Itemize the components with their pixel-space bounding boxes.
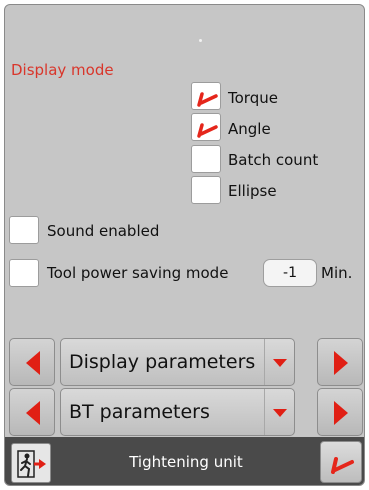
status-dot (199, 39, 202, 42)
bt-params-dropdown[interactable] (264, 389, 294, 435)
display-params-next-button[interactable] (317, 338, 363, 386)
bt-params-next-button[interactable] (317, 388, 363, 436)
torque-checkbox[interactable] (191, 82, 221, 110)
footer-bar: Tightening unit (5, 437, 364, 485)
angle-label: Angle (228, 120, 271, 138)
left-arrow-icon (26, 351, 40, 375)
screen: Display mode Torque Angle Batch count El… (4, 4, 365, 486)
display-params-dropdown[interactable] (264, 339, 294, 385)
display-mode-title: Display mode (11, 61, 114, 79)
power-saving-minutes-field[interactable]: -1 (263, 259, 317, 287)
sound-enabled-label: Sound enabled (47, 222, 160, 240)
ellipse-checkbox[interactable] (191, 176, 221, 204)
left-arrow-icon (26, 401, 40, 425)
power-saving-checkbox[interactable] (9, 259, 39, 287)
batch-count-label: Batch count (228, 151, 319, 169)
minutes-unit-label: Min. (321, 264, 353, 282)
angle-checkbox[interactable] (191, 113, 221, 141)
display-params-prev-button[interactable] (9, 338, 55, 386)
bt-params-prev-button[interactable] (9, 388, 55, 436)
ellipse-label: Ellipse (228, 182, 277, 200)
display-parameters-row: Display parameters (5, 338, 364, 386)
power-saving-label: Tool power saving mode (47, 264, 229, 282)
exit-button[interactable] (11, 443, 51, 483)
confirm-button[interactable] (320, 441, 362, 483)
chevron-down-icon (273, 409, 287, 417)
footer-title: Tightening unit (129, 453, 243, 471)
bt-parameters-label: BT parameters (69, 401, 210, 423)
torque-label: Torque (228, 89, 278, 107)
display-parameters-select[interactable]: Display parameters (60, 338, 295, 386)
right-arrow-icon (334, 401, 348, 425)
bt-parameters-select[interactable]: BT parameters (60, 388, 295, 436)
checkmark-icon (331, 457, 354, 474)
sound-enabled-checkbox[interactable] (9, 216, 39, 244)
chevron-down-icon (273, 359, 287, 367)
checkmark-icon (197, 123, 218, 138)
right-arrow-icon (334, 351, 348, 375)
batch-count-checkbox[interactable] (191, 145, 221, 173)
display-parameters-label: Display parameters (69, 351, 256, 373)
checkmark-icon (197, 92, 218, 107)
exit-door-icon (17, 450, 46, 478)
bt-parameters-row: BT parameters (5, 388, 364, 436)
